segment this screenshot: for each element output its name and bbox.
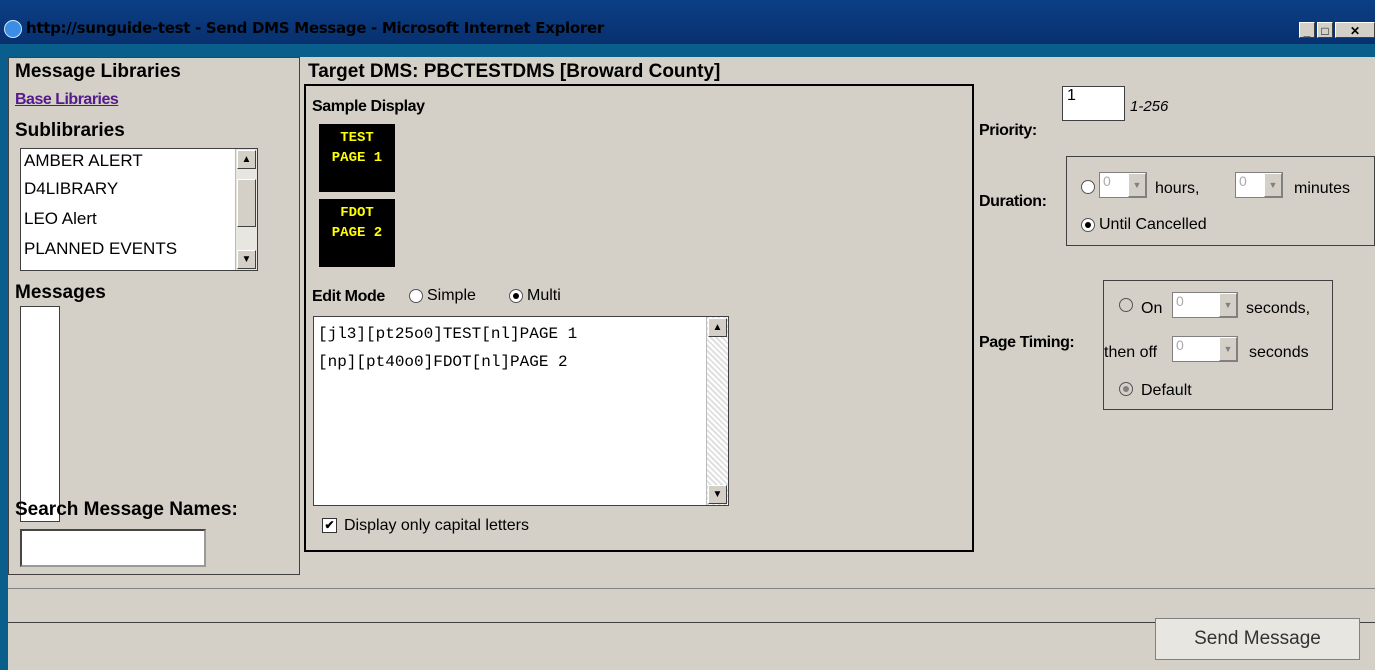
sublibraries-heading: Sublibraries <box>15 120 125 141</box>
target-dms-title: Target DMS: PBCTESTDMS [Broward County] <box>308 61 721 82</box>
scroll-thumb[interactable] <box>237 179 256 227</box>
dms-line: TEST <box>340 130 374 146</box>
divider <box>8 588 1375 589</box>
maximize-button[interactable]: □ <box>1317 22 1333 38</box>
until-cancelled-radio[interactable] <box>1081 218 1095 232</box>
timing-custom-radio[interactable] <box>1119 298 1133 312</box>
send-message-button[interactable]: Send Message <box>1155 618 1360 660</box>
off-seconds-value: 0 <box>1176 337 1184 353</box>
messages-heading: Messages <box>15 282 106 303</box>
then-off-label: then off <box>1104 344 1158 361</box>
off-seconds-label: seconds <box>1249 344 1309 361</box>
priority-label: Priority: <box>979 122 1037 139</box>
minutes-label: minutes <box>1294 180 1351 197</box>
dms-preview-page-2: FDOT PAGE 2 <box>319 199 395 267</box>
duration-custom-radio[interactable] <box>1081 180 1095 194</box>
message-libraries-heading: Message Libraries <box>15 61 181 82</box>
edit-mode-simple-radio[interactable] <box>409 289 423 303</box>
edit-mode-label: Edit Mode <box>312 288 385 305</box>
until-cancelled-label[interactable]: Until Cancelled <box>1099 216 1207 234</box>
on-seconds-value: 0 <box>1176 293 1184 309</box>
hours-value: 0 <box>1103 173 1111 189</box>
dms-preview-page-1: TEST PAGE 1 <box>319 124 395 192</box>
on-seconds-label: seconds, <box>1246 300 1311 317</box>
search-message-names-label: Search Message Names: <box>15 499 238 520</box>
dropdown-arrow-icon[interactable]: ▼ <box>1128 173 1146 197</box>
dms-line: PAGE 2 <box>331 225 383 241</box>
edit-mode-multi-label[interactable]: Multi <box>527 287 561 305</box>
dms-line: PAGE 1 <box>331 150 383 166</box>
timing-default-radio[interactable] <box>1119 382 1133 396</box>
dropdown-arrow-icon[interactable]: ▼ <box>1219 293 1237 317</box>
capital-letters-label[interactable]: Display only capital letters <box>344 517 529 535</box>
hours-select[interactable]: 0 ▼ <box>1099 172 1147 198</box>
ie-icon <box>4 20 22 38</box>
window-title: http://sunguide-test - Send DMS Message … <box>26 19 604 37</box>
base-libraries-link[interactable]: Base Libraries <box>15 91 119 109</box>
priority-range-hint: 1-256 <box>1130 98 1169 115</box>
editor-line: [np][pt40o0]FDOT[nl]PAGE 2 <box>318 353 568 371</box>
timing-default-label[interactable]: Default <box>1141 382 1192 400</box>
dropdown-arrow-icon[interactable]: ▼ <box>1219 337 1237 361</box>
search-message-names-input[interactable] <box>20 529 206 567</box>
page-timing-label: Page Timing: <box>979 334 1075 351</box>
on-seconds-select[interactable]: 0 ▼ <box>1172 292 1238 318</box>
dms-line: FDOT <box>340 205 374 221</box>
scroll-down-icon[interactable]: ▼ <box>237 250 256 269</box>
hours-label: hours, <box>1155 180 1200 197</box>
list-item[interactable]: D4LIBRARY <box>24 179 118 199</box>
scroll-up-icon[interactable]: ▲ <box>237 150 256 169</box>
editor-line: [jl3][pt25o0]TEST[nl]PAGE 1 <box>318 325 578 343</box>
edit-mode-multi-radio[interactable] <box>509 289 523 303</box>
sublibraries-scrollbar[interactable]: ▲ ▼ <box>235 149 257 270</box>
capital-letters-checkbox[interactable]: ✔ <box>322 518 337 533</box>
messages-listbox[interactable] <box>20 306 60 522</box>
sublibraries-listbox[interactable]: AMBER ALERT D4LIBRARY LEO Alert PLANNED … <box>20 148 258 271</box>
on-label: On <box>1141 300 1163 317</box>
list-item[interactable]: LEO Alert <box>24 209 97 229</box>
scroll-down-icon[interactable]: ▼ <box>708 485 727 504</box>
minimize-button[interactable]: _ <box>1299 22 1315 38</box>
list-item[interactable]: AMBER ALERT <box>24 151 143 171</box>
off-seconds-select[interactable]: 0 ▼ <box>1172 336 1238 362</box>
sample-display-label: Sample Display <box>312 98 425 115</box>
duration-label: Duration: <box>979 193 1047 210</box>
edit-mode-simple-label[interactable]: Simple <box>427 287 476 305</box>
priority-input[interactable]: 1 <box>1062 86 1125 121</box>
message-text-editor[interactable]: [jl3][pt25o0]TEST[nl]PAGE 1 [np][pt40o0]… <box>313 316 729 506</box>
dropdown-arrow-icon[interactable]: ▼ <box>1264 173 1282 197</box>
editor-scrollbar[interactable]: ▲ ▼ <box>706 317 728 505</box>
minutes-select[interactable]: 0 ▼ <box>1235 172 1283 198</box>
minutes-value: 0 <box>1239 173 1247 189</box>
scroll-up-icon[interactable]: ▲ <box>708 318 727 337</box>
list-item[interactable]: PLANNED EVENTS <box>24 239 177 259</box>
close-button[interactable]: ✕ <box>1335 22 1375 38</box>
